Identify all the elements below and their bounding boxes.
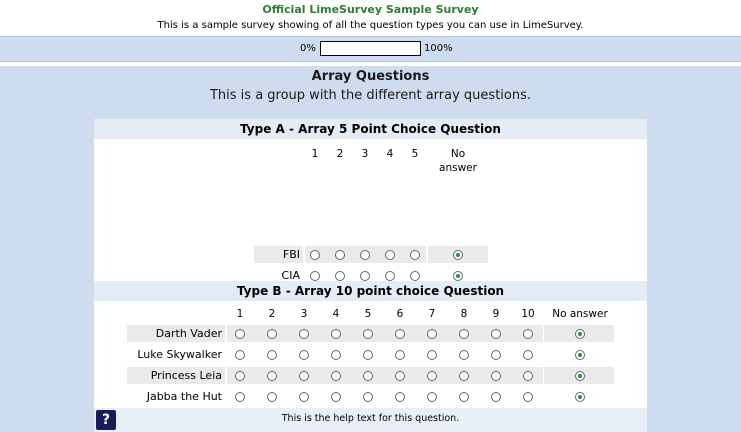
group-description: This is a group with the different array… (209, 88, 531, 103)
radio-button[interactable] (575, 391, 585, 402)
radio-button[interactable] (267, 370, 277, 381)
column-header: 4 (332, 308, 340, 320)
survey-header: Official LimeSurvey Sample Survey This i… (0, 0, 741, 36)
row-label: Darth Vader (155, 327, 222, 340)
row-label: FBI (282, 248, 300, 261)
question-a-title: Type A - Array 5 Point Choice Question (94, 119, 647, 139)
radio-button[interactable] (459, 328, 469, 339)
radio-button[interactable] (331, 328, 341, 339)
help-bar: ? This is the help text for this questio… (94, 408, 647, 432)
radio-button[interactable] (410, 249, 420, 260)
radio-button[interactable] (395, 328, 405, 339)
radio-button[interactable] (523, 391, 533, 402)
column-header: 5 (364, 308, 372, 320)
radio-button[interactable] (453, 270, 463, 281)
radio-button[interactable] (363, 370, 373, 381)
radio-button[interactable] (331, 349, 341, 360)
radio-button[interactable] (331, 370, 341, 381)
column-header: No answer (552, 308, 608, 320)
radio-button[interactable] (335, 270, 345, 281)
radio-button[interactable] (523, 370, 533, 381)
radio-button[interactable] (267, 349, 277, 360)
radio-button[interactable] (491, 370, 501, 381)
column-header: 5 (411, 148, 419, 160)
column-header: 6 (396, 308, 404, 320)
radio-button[interactable] (267, 391, 277, 402)
radio-button[interactable] (267, 328, 277, 339)
radio-button[interactable] (575, 328, 585, 339)
radio-button[interactable] (299, 349, 309, 360)
radio-button[interactable] (235, 391, 245, 402)
radio-button[interactable] (310, 249, 320, 260)
row-label: Luke Skywalker (137, 348, 222, 361)
progress-min-label: 0% (300, 43, 316, 54)
column-header: 2 (336, 148, 344, 160)
radio-button[interactable] (427, 328, 437, 339)
radio-button[interactable] (427, 349, 437, 360)
radio-button[interactable] (310, 270, 320, 281)
progress-section: 0% 100% (0, 36, 741, 62)
radio-button[interactable] (235, 349, 245, 360)
radio-button[interactable] (427, 391, 437, 402)
column-header: 1 (236, 308, 244, 320)
help-text: This is the help text for this question. (281, 413, 460, 424)
column-header: 2 (268, 308, 276, 320)
progress-max-label: 100% (424, 43, 453, 54)
radio-button[interactable] (385, 270, 395, 281)
radio-button[interactable] (363, 349, 373, 360)
column-header: 10 (521, 308, 535, 320)
column-header: No answer (439, 148, 477, 174)
question-group: Array Questions This is a group with the… (0, 66, 741, 432)
group-title: Array Questions (311, 69, 430, 84)
question-b-title: Type B - Array 10 point choice Question (94, 281, 647, 301)
survey-description: This is a sample survey showing of all t… (157, 20, 584, 31)
radio-button[interactable] (235, 328, 245, 339)
radio-button[interactable] (395, 370, 405, 381)
radio-button[interactable] (427, 370, 437, 381)
radio-button[interactable] (363, 328, 373, 339)
row-label: Princess Leia (150, 369, 222, 382)
radio-button[interactable] (360, 249, 370, 260)
radio-button[interactable] (410, 270, 420, 281)
radio-button[interactable] (575, 349, 585, 360)
column-header: 4 (386, 148, 394, 160)
column-header: 3 (361, 148, 369, 160)
radio-button[interactable] (385, 249, 395, 260)
radio-button[interactable] (523, 328, 533, 339)
radio-button[interactable] (360, 270, 370, 281)
column-header: 1 (311, 148, 319, 160)
progress-bar (320, 41, 421, 56)
radio-button[interactable] (491, 328, 501, 339)
radio-button[interactable] (299, 328, 309, 339)
column-header: 9 (492, 308, 500, 320)
radio-button[interactable] (459, 370, 469, 381)
radio-button[interactable] (363, 391, 373, 402)
radio-button[interactable] (575, 370, 585, 381)
radio-button[interactable] (491, 391, 501, 402)
column-header: 8 (460, 308, 468, 320)
radio-button[interactable] (491, 349, 501, 360)
survey-title: Official LimeSurvey Sample Survey (262, 3, 479, 16)
radio-button[interactable] (453, 249, 463, 260)
column-header: 7 (428, 308, 436, 320)
radio-button[interactable] (299, 370, 309, 381)
column-header: 3 (300, 308, 308, 320)
radio-button[interactable] (395, 349, 405, 360)
radio-button[interactable] (459, 349, 469, 360)
radio-button[interactable] (523, 349, 533, 360)
row-label: Jabba the Hut (146, 390, 222, 403)
radio-button[interactable] (335, 249, 345, 260)
radio-button[interactable] (331, 391, 341, 402)
question-b: Type B - Array 10 point choice Question … (94, 281, 647, 432)
radio-button[interactable] (459, 391, 469, 402)
radio-button[interactable] (235, 370, 245, 381)
radio-button[interactable] (395, 391, 405, 402)
radio-button[interactable] (299, 391, 309, 402)
